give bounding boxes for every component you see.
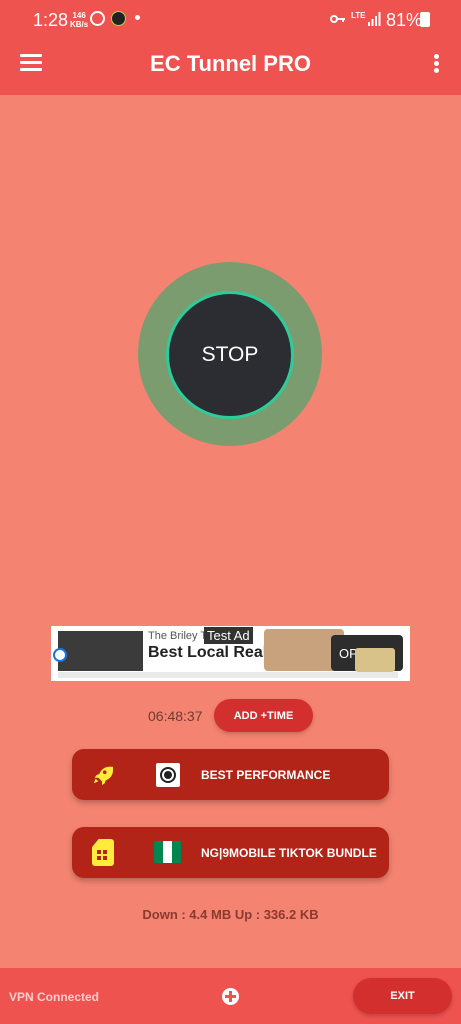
app-notification-icon (111, 11, 126, 26)
ad-test-label: Test Ad (204, 627, 253, 644)
battery-percent: 81% (386, 10, 423, 30)
network-speed-unit: KB/s (70, 20, 89, 29)
network-profile-selector[interactable]: NG|9MOBILE TIKTOK BUNDLE (72, 827, 389, 878)
ad-product-image (355, 648, 395, 672)
network-type: LTE (351, 11, 366, 20)
network-speed-value: 146 (72, 11, 86, 20)
ad-banner[interactable]: The Briley T Best Local Real Esta Agents… (51, 626, 410, 681)
nigeria-flag-icon (154, 841, 181, 863)
status-bar: 1:28 146 KB/s LTE 81% (0, 0, 461, 40)
battery-icon (420, 12, 430, 27)
server-selector[interactable]: BEST PERFORMANCE (72, 749, 389, 800)
target-icon (156, 763, 180, 787)
ad-advertiser: The Briley T (148, 630, 208, 642)
vpn-status: VPN Connected (9, 990, 100, 1004)
sim-card-icon (92, 839, 114, 866)
rocket-icon (93, 766, 113, 786)
ad-fine-print (58, 672, 398, 678)
network-speed: 146 KB/s (70, 11, 88, 29)
app-header: 1:28 146 KB/s LTE 81% EC Tunnel PRO (0, 0, 461, 95)
app-title: EC Tunnel PRO (150, 51, 311, 76)
signal-icon (368, 12, 381, 26)
stop-button[interactable]: STOP (166, 291, 294, 419)
exit-button[interactable]: EXIT (353, 978, 452, 1014)
status-time: 1:28 (33, 10, 69, 30)
notification-dot-icon (135, 15, 140, 20)
session-timer: 06:48:37 (148, 708, 203, 724)
stopwatch-icon (90, 11, 105, 26)
add-time-button[interactable]: ADD +TIME (214, 699, 313, 732)
vpn-key-icon (330, 15, 345, 23)
traffic-stats: Down : 4.4 MB Up : 336.2 KB (142, 907, 319, 922)
bottom-bar: VPN Connected EXIT (0, 968, 461, 1024)
ad-info-icon[interactable] (53, 648, 67, 662)
ad-image (58, 631, 143, 671)
network-profile-label: NG|9MOBILE TIKTOK BUNDLE (201, 846, 377, 860)
add-icon[interactable] (222, 988, 239, 1005)
more-options-icon[interactable] (432, 54, 440, 74)
server-label: BEST PERFORMANCE (201, 768, 331, 782)
